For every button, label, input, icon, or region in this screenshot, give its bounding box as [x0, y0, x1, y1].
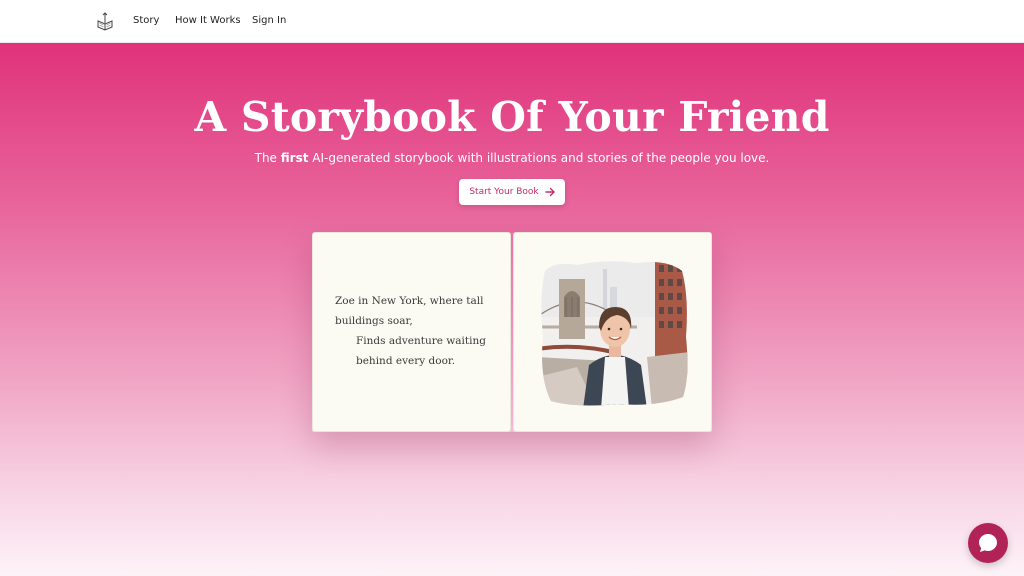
start-your-book-button[interactable]: Start Your Book [459, 179, 565, 205]
story-line: Finds adventure waiting [356, 335, 486, 347]
hero-headline: A Storybook Of Your Friend [0, 93, 1024, 141]
story-line: Zoe in New York, where tall [335, 295, 484, 307]
book-logo-icon[interactable] [96, 11, 114, 31]
chat-widget-button[interactable] [968, 523, 1008, 563]
hero-subtitle: The first AI-generated storybook with il… [0, 151, 1024, 165]
headline-regular: A Storybook Of Your [194, 93, 679, 141]
subtitle-post: AI-generated storybook with illustration… [308, 151, 770, 165]
headline-bold: Friend [678, 93, 830, 141]
subtitle-pre: The [254, 151, 281, 165]
chat-bubble-icon [979, 534, 997, 552]
story-line: behind every door. [356, 355, 456, 367]
cta-label: Start Your Book [469, 187, 539, 197]
nav-link-story[interactable]: Story [133, 15, 159, 26]
nav-link-how-it-works[interactable]: How It Works [175, 15, 241, 26]
story-line: buildings soar, [335, 315, 413, 327]
portrait-illustration [541, 261, 688, 406]
hero-section: A Storybook Of Your Friend The first AI-… [0, 43, 1024, 576]
nav-link-sign-in[interactable]: Sign In [252, 15, 286, 26]
story-text: Zoe in New York, where tall buildings so… [335, 291, 486, 371]
subtitle-bold: first [280, 151, 309, 165]
navbar: Story How It Works Sign In [0, 0, 1024, 43]
arrow-right-icon [544, 187, 555, 197]
storybook-preview: Zoe in New York, where tall buildings so… [312, 232, 712, 432]
book-right-page [513, 232, 712, 432]
book-left-page: Zoe in New York, where tall buildings so… [312, 232, 511, 432]
